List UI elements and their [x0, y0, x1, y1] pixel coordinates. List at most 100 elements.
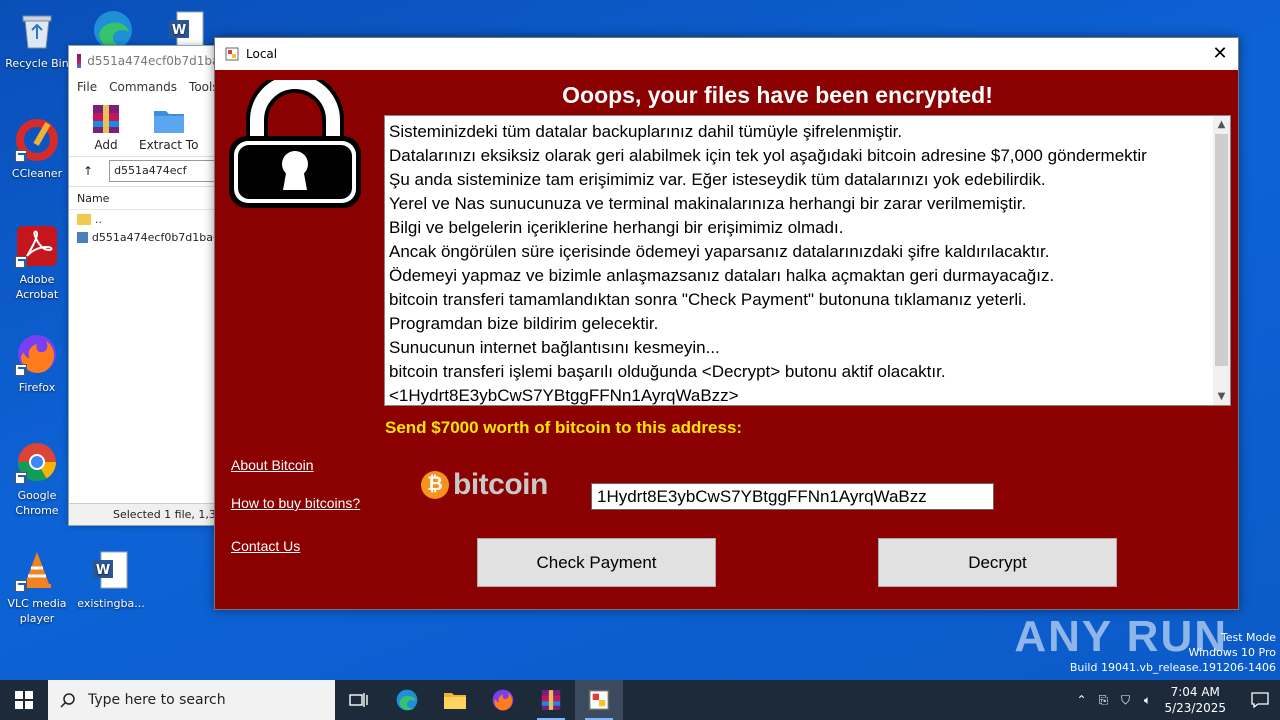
column-header-name[interactable]: Name	[69, 186, 227, 210]
message-line: <1Hydrt8E3ybCwS7YBtggFFNn1AyrqWaBzz>	[389, 386, 739, 405]
column-header-label: Name	[77, 191, 110, 205]
clock-date: 5/23/2025	[1164, 701, 1226, 715]
list-item-label: ..	[95, 212, 102, 226]
network-icon[interactable]: ⎘	[1092, 693, 1114, 708]
taskbar-search-box[interactable]: Type here to search	[48, 680, 335, 720]
taskbar-ransom-app[interactable]	[575, 680, 623, 720]
desktop-icon-firefox[interactable]: Firefox	[0, 332, 74, 395]
shortcut-arrow-icon	[15, 580, 27, 592]
message-line: Sisteminizdeki tüm datalar backuplarınız…	[389, 122, 903, 141]
taskbar-edge[interactable]	[383, 680, 431, 720]
security-icon[interactable]: ⛉	[1114, 693, 1136, 708]
acrobat-icon	[15, 224, 59, 268]
desktop-icon-vlc[interactable]: VLC media player	[0, 548, 74, 626]
action-center-button[interactable]	[1240, 680, 1280, 720]
vlc-cone-icon	[15, 548, 59, 592]
message-line: Ancak öngörülen süre içerisinde ödemeyi …	[389, 242, 1050, 261]
ransom-message-box[interactable]: Sisteminizdeki tüm datalar backuplarınız…	[384, 115, 1231, 406]
task-view-icon	[349, 693, 368, 707]
chevron-up-icon[interactable]: ⌃	[1070, 693, 1092, 707]
bitcoin-wordmark: bitcoin	[453, 468, 548, 501]
scrollbar-thumb[interactable]	[1215, 134, 1228, 366]
taskbar-clock[interactable]: 7:04 AM 5/23/2025	[1164, 684, 1226, 716]
decrypt-button[interactable]: Decrypt	[878, 538, 1117, 587]
desktop-icon-recycle-bin[interactable]: Recycle Bin	[0, 8, 74, 71]
path-input[interactable]: d551a474ecf	[109, 159, 227, 182]
windows-logo-icon	[15, 691, 33, 709]
winrar-window[interactable]: d551a474ecf0b7d1ba6 File Commands Tools …	[68, 45, 228, 526]
archive-add-icon	[89, 103, 123, 135]
winrar-title: d551a474ecf0b7d1ba6	[87, 54, 227, 68]
folder-icon	[444, 693, 466, 709]
start-button[interactable]	[0, 680, 48, 720]
desktop-icon-label: Firefox	[18, 381, 56, 394]
message-line: bitcoin transferi tamamlandıktan sonra "…	[389, 290, 1027, 309]
extract-to-button[interactable]: Extract To	[139, 103, 198, 152]
desktop-icon-label: Google Chrome	[15, 489, 59, 517]
how-to-buy-link[interactable]: How to buy bitcoins?	[231, 495, 360, 511]
taskbar-firefox[interactable]	[479, 680, 527, 720]
desktop-icon-label: VLC media player	[7, 597, 67, 625]
task-view-button[interactable]	[335, 680, 383, 720]
list-item[interactable]: d551a474ecf0b7d1ba6d	[69, 228, 227, 246]
edition-text: Windows 10 Pro	[1188, 646, 1276, 659]
send-instruction: Send $7000 worth of bitcoin to this addr…	[385, 418, 743, 437]
bitcoin-coin-icon: ₿	[421, 471, 449, 499]
desktop-icon-google-chrome[interactable]: Google Chrome	[0, 440, 74, 518]
ransom-message-text: Sisteminizdeki tüm datalar backuplarınız…	[389, 120, 1212, 405]
bitcoin-address-field[interactable]: 1Hydrt8E3ybCwS7YBtggFFNn1AyrqWaBzz	[591, 483, 994, 510]
svg-text:W: W	[96, 563, 110, 578]
message-line: Ödemeyi yapmaz ve bizimle anlaşmazsanız …	[389, 266, 1055, 285]
window-app-icon	[588, 689, 610, 711]
folder-extract-icon	[152, 103, 186, 135]
contact-us-link[interactable]: Contact Us	[231, 538, 300, 554]
window-app-icon	[225, 47, 239, 61]
message-scrollbar[interactable]: ▲ ▼	[1213, 116, 1230, 405]
scroll-down-icon[interactable]: ▼	[1213, 388, 1230, 405]
desktop-icon-existing-doc[interactable]: W existingba...	[74, 548, 148, 611]
message-line: bitcoin transferi işlemi başarılı olduğu…	[389, 362, 946, 381]
ransom-window[interactable]: Local ✕ Ooops, your files have been encr…	[214, 37, 1239, 610]
desktop-icon-adobe-acrobat[interactable]: Adobe Acrobat	[0, 224, 74, 302]
add-button[interactable]: Add	[89, 103, 123, 152]
desktop-icon-label: Recycle Bin	[5, 57, 69, 70]
volume-icon[interactable]: 🔈︎	[1136, 693, 1158, 708]
menu-commands[interactable]: Commands	[109, 80, 177, 94]
winrar-toolbar: Add Extract To	[69, 98, 227, 156]
bitcoin-logo: ₿ bitcoin	[421, 468, 548, 502]
menu-file[interactable]: File	[77, 80, 97, 94]
ransom-titlebar[interactable]: Local	[215, 38, 1238, 70]
chrome-icon	[15, 440, 59, 484]
firefox-icon	[492, 689, 514, 711]
about-bitcoin-link[interactable]: About Bitcoin	[231, 457, 314, 473]
shortcut-arrow-icon	[15, 256, 27, 268]
up-arrow-icon[interactable]: ↑	[83, 164, 93, 178]
message-line: Yerel ve Nas sunucunuza ve terminal maki…	[389, 194, 1027, 213]
close-button[interactable]: ✕	[1210, 44, 1230, 64]
desktop-icon-label: CCleaner	[11, 167, 63, 180]
ransom-headline: Ooops, your files have been encrypted!	[562, 82, 993, 108]
list-item[interactable]: ..	[69, 210, 227, 228]
desktop-icon-ccleaner[interactable]: CCleaner	[0, 118, 74, 181]
taskbar-winrar[interactable]	[527, 680, 575, 720]
test-mode-text: Test Mode	[1220, 631, 1276, 644]
check-payment-button[interactable]: Check Payment	[477, 538, 716, 587]
notification-icon	[1251, 692, 1269, 708]
firefox-icon	[15, 332, 59, 376]
winrar-statusbar: Selected 1 file, 1,30	[69, 503, 227, 525]
taskbar-file-explorer[interactable]	[431, 680, 479, 720]
list-item-label: d551a474ecf0b7d1ba6d	[91, 230, 227, 244]
scroll-up-icon[interactable]: ▲	[1213, 116, 1230, 133]
desktop-icon-label: Adobe Acrobat	[15, 273, 59, 301]
file-icon	[77, 231, 88, 243]
winrar-titlebar[interactable]: d551a474ecf0b7d1ba6	[69, 46, 227, 76]
windows-build-info: Test Mode Windows 10 Pro Build 19041.vb_…	[1070, 630, 1276, 675]
window-title: Local	[246, 47, 278, 61]
clock-time: 7:04 AM	[1170, 685, 1220, 699]
add-label: Add	[94, 138, 118, 152]
system-tray: ⌃ ⎘ ⛉ 🔈︎ 7:04 AM 5/23/2025	[1070, 680, 1280, 720]
message-line: Programdan bize bildirim gelecektir.	[389, 314, 659, 333]
message-line: Bilgi ve belgelerin içeriklerine herhang…	[389, 218, 844, 237]
winrar-icon	[541, 690, 561, 710]
edge-icon	[396, 689, 418, 711]
